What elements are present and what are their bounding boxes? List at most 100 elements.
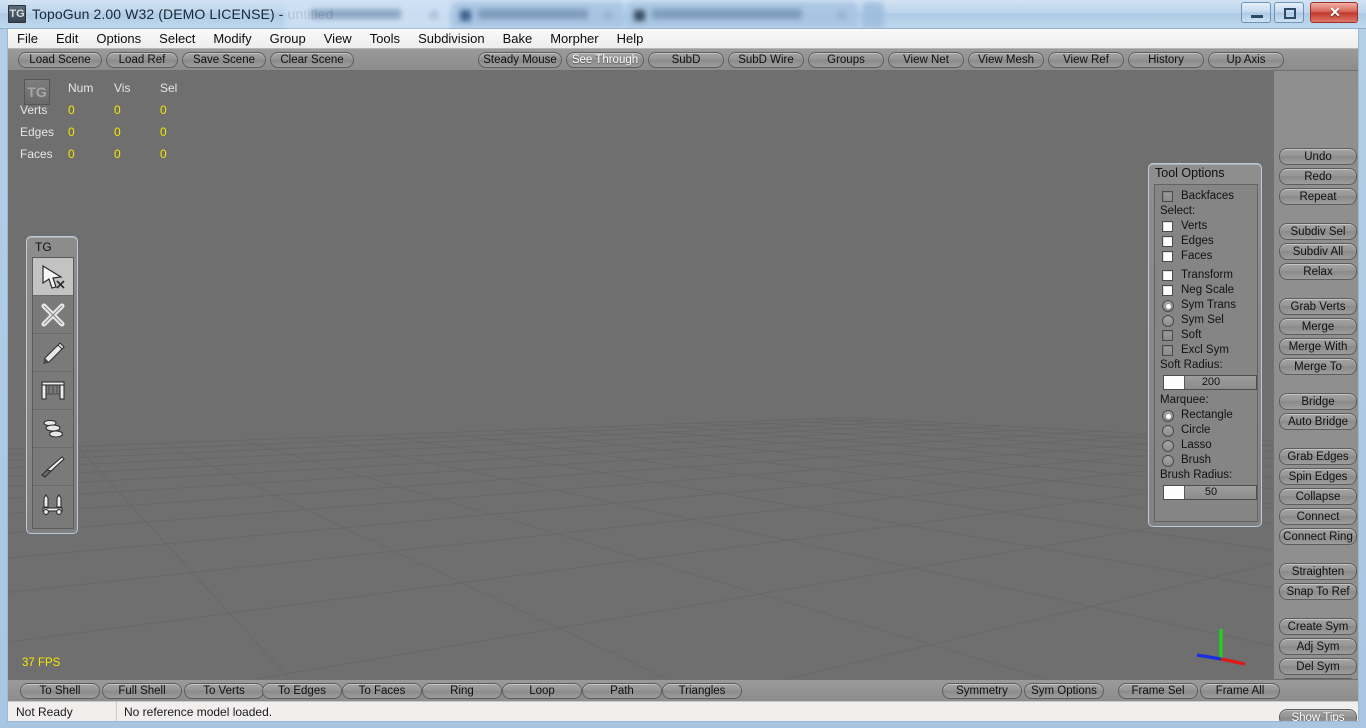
brush-radius-slider[interactable]: 50 (1163, 485, 1257, 500)
menu-item-bake[interactable]: Bake (494, 29, 542, 49)
menu-item-view[interactable]: View (315, 29, 361, 49)
create-tool[interactable] (33, 296, 73, 334)
sidebar-button-subdiv-all[interactable]: Subdiv All (1279, 243, 1357, 260)
sidebar-button-merge-to[interactable]: Merge To (1279, 358, 1357, 375)
sidebar-button-redo[interactable]: Redo (1279, 168, 1357, 185)
sidebar-button-straighten[interactable]: Straighten (1279, 563, 1357, 580)
background-tab-1[interactable] (285, 2, 450, 28)
bottombar-button-to-edges[interactable]: To Edges (262, 683, 342, 699)
bottombar-button-to-faces[interactable]: To Faces (342, 683, 422, 699)
option-select-faces[interactable]: Faces (1160, 249, 1252, 264)
option-marquee-lasso[interactable]: Lasso (1160, 438, 1252, 453)
menu-item-tools[interactable]: Tools (361, 29, 409, 49)
close-button[interactable]: ✕ (1310, 2, 1358, 23)
bottombar-button-to-shell[interactable]: To Shell (20, 683, 100, 699)
option-backfaces[interactable]: Backfaces (1160, 189, 1252, 204)
toolbar-button-subd[interactable]: SubD (648, 52, 724, 68)
bottombar-button-ring[interactable]: Ring (422, 683, 502, 699)
toolbar-button-subd-wire[interactable]: SubD Wire (728, 52, 804, 68)
sidebar-button-create-sym[interactable]: Create Sym (1279, 618, 1357, 635)
option-excl-sym[interactable]: Excl Sym (1160, 343, 1252, 358)
sidebar-button-repeat[interactable]: Repeat (1279, 188, 1357, 205)
option-marquee-circle[interactable]: Circle (1160, 423, 1252, 438)
draw-tool[interactable] (33, 334, 73, 372)
option-marquee-rectangle[interactable]: Rectangle (1160, 408, 1252, 423)
menu-item-subdivision[interactable]: Subdivision (409, 29, 494, 49)
toolbar-button-steady-mouse[interactable]: Steady Mouse (478, 52, 562, 68)
viewport-3d[interactable]: TG Num Vis Sel Verts 0 0 0 Edges 0 0 0 F… (8, 71, 1273, 679)
minimize-button[interactable] (1241, 2, 1271, 23)
option-sym-sel[interactable]: Sym Sel (1160, 313, 1252, 328)
menu-item-options[interactable]: Options (87, 29, 150, 49)
background-tab-2-close-icon[interactable] (604, 11, 612, 19)
toolbar-button-save-scene[interactable]: Save Scene (182, 52, 266, 68)
toolbar-button-load-scene[interactable]: Load Scene (18, 52, 102, 68)
bottombar-button-frame-sel[interactable]: Frame Sel (1118, 683, 1198, 699)
bottombar-button-symmetry[interactable]: Symmetry (942, 683, 1022, 699)
menu-item-morpher[interactable]: Morpher (541, 29, 607, 49)
sidebar-button-adj-sym[interactable]: Adj Sym (1279, 638, 1357, 655)
marquee-circle-radio[interactable] (1162, 425, 1174, 437)
sidebar-button-snap-to-ref[interactable]: Snap To Ref (1279, 583, 1357, 600)
option-select-verts[interactable]: Verts (1160, 219, 1252, 234)
toolbar-button-view-net[interactable]: View Net (888, 52, 964, 68)
excl-sym-checkbox[interactable] (1162, 345, 1173, 356)
option-select-edges[interactable]: Edges (1160, 234, 1252, 249)
sidebar-button-undo[interactable]: Undo (1279, 148, 1357, 165)
toolbar-button-load-ref[interactable]: Load Ref (106, 52, 178, 68)
bottombar-button-to-verts[interactable]: To Verts (184, 683, 264, 699)
select-faces-checkbox[interactable] (1162, 251, 1173, 262)
sidebar-button-bridge[interactable]: Bridge (1279, 393, 1357, 410)
background-tab-1-close-icon[interactable] (430, 11, 438, 19)
toolbar-button-history[interactable]: History (1128, 52, 1204, 68)
option-marquee-brush[interactable]: Brush (1160, 453, 1252, 468)
tweak-tool[interactable] (33, 410, 73, 448)
soft-radius-slider[interactable]: 200 (1163, 375, 1257, 390)
menu-item-modify[interactable]: Modify (204, 29, 260, 49)
background-tab-3[interactable] (626, 2, 858, 28)
toolbar-button-groups[interactable]: Groups (808, 52, 884, 68)
sidebar-button-show-tips[interactable]: Show Tips (1279, 709, 1357, 721)
toolbar-button-see-through[interactable]: See Through (566, 52, 644, 68)
sidebar-button-merge[interactable]: Merge (1279, 318, 1357, 335)
option-soft[interactable]: Soft (1160, 328, 1252, 343)
bottombar-button-frame-all[interactable]: Frame All (1200, 683, 1280, 699)
sidebar-button-merge-with[interactable]: Merge With (1279, 338, 1357, 355)
marquee-rectangle-radio[interactable] (1162, 410, 1174, 422)
extrude-tool[interactable] (33, 486, 73, 524)
bottombar-button-triangles[interactable]: Triangles (662, 683, 742, 699)
neg-scale-checkbox[interactable] (1162, 285, 1173, 296)
bottombar-button-sym-options[interactable]: Sym Options (1024, 683, 1104, 699)
sidebar-button-del-sym[interactable]: Del Sym (1279, 658, 1357, 675)
background-tab-2[interactable] (452, 2, 624, 28)
bottombar-button-full-shell[interactable]: Full Shell (102, 683, 182, 699)
sidebar-button-connect-ring[interactable]: Connect Ring (1279, 528, 1357, 545)
menu-item-edit[interactable]: Edit (47, 29, 87, 49)
sidebar-button-collapse[interactable]: Collapse (1279, 488, 1357, 505)
sidebar-button-connect[interactable]: Connect (1279, 508, 1357, 525)
bottombar-button-loop[interactable]: Loop (502, 683, 582, 699)
select-verts-checkbox[interactable] (1162, 221, 1173, 232)
marquee-lasso-radio[interactable] (1162, 440, 1174, 452)
select-tool[interactable] (33, 258, 73, 296)
backfaces-checkbox[interactable] (1162, 191, 1173, 202)
sidebar-button-relax[interactable]: Relax (1279, 263, 1357, 280)
sidebar-button-auto-bridge[interactable]: Auto Bridge (1279, 413, 1357, 430)
select-edges-checkbox[interactable] (1162, 236, 1173, 247)
sidebar-button-subdiv-sel[interactable]: Subdiv Sel (1279, 223, 1357, 240)
toolbar-button-up-axis[interactable]: Up Axis (1208, 52, 1284, 68)
sidebar-button-grab-verts[interactable]: Grab Verts (1279, 298, 1357, 315)
option-sym-trans[interactable]: Sym Trans (1160, 298, 1252, 313)
option-transform[interactable]: Transform (1160, 268, 1252, 283)
menu-item-file[interactable]: File (8, 29, 47, 49)
toolbar-button-view-mesh[interactable]: View Mesh (968, 52, 1044, 68)
knife-tool[interactable] (33, 448, 73, 486)
toolbar-button-view-ref[interactable]: View Ref (1048, 52, 1124, 68)
background-tab-3-close-icon[interactable] (838, 11, 846, 19)
sidebar-button-grab-edges[interactable]: Grab Edges (1279, 448, 1357, 465)
soft-checkbox[interactable] (1162, 330, 1173, 341)
marquee-brush-radio[interactable] (1162, 455, 1174, 467)
sym-trans-radio[interactable] (1162, 300, 1174, 312)
sym-sel-radio[interactable] (1162, 315, 1174, 327)
transform-checkbox[interactable] (1162, 270, 1173, 281)
